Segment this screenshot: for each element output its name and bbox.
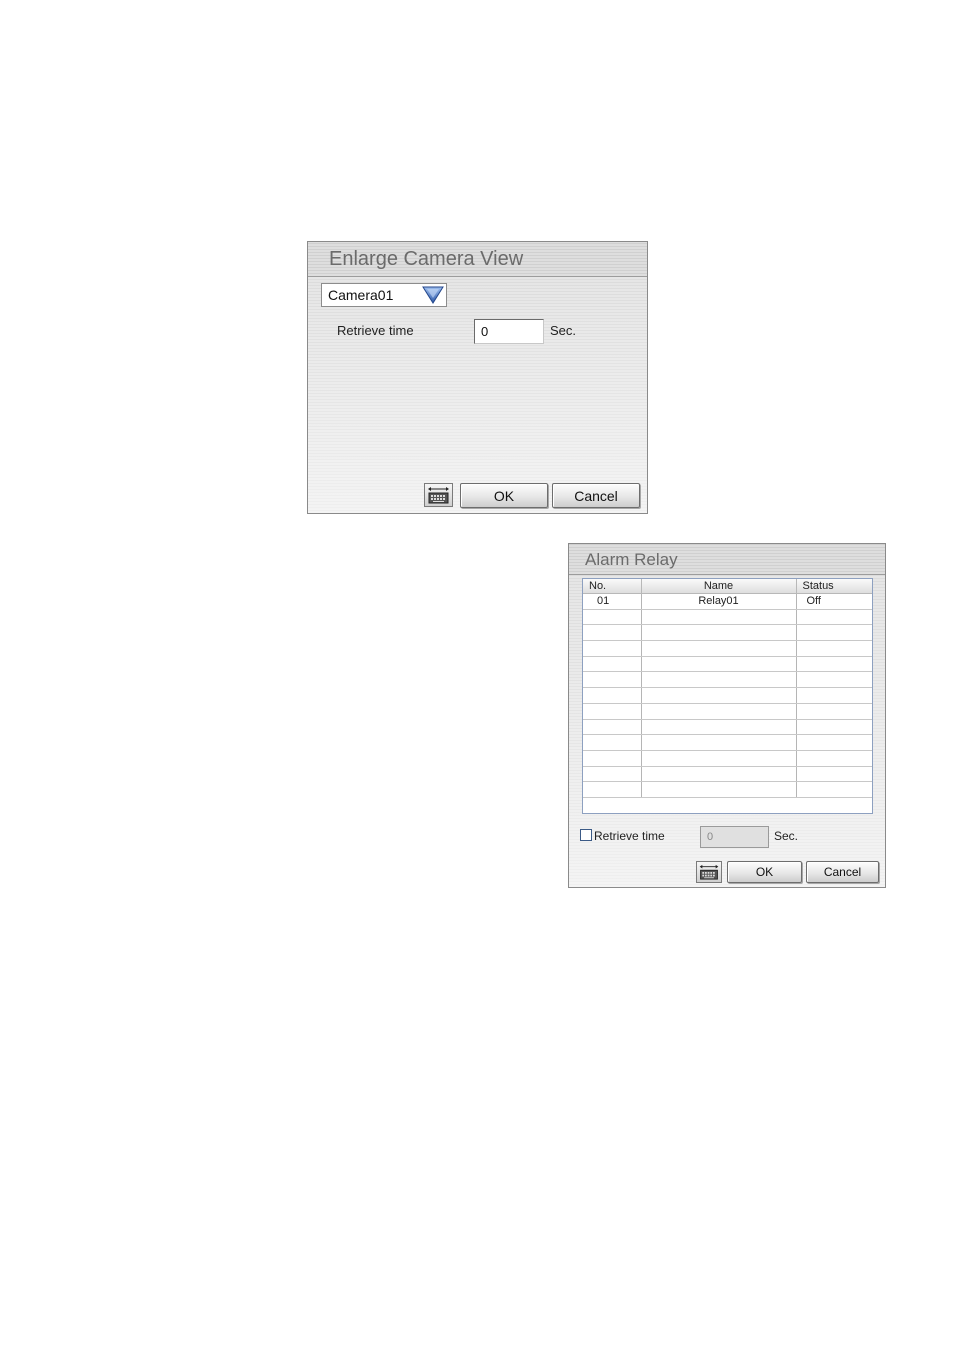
- table-row[interactable]: [583, 640, 872, 657]
- dialog-body: [308, 277, 647, 513]
- table-cell-no: [583, 766, 642, 783]
- table-cell-status: [796, 766, 872, 783]
- table-cell-status: Off: [796, 593, 872, 610]
- table-row[interactable]: [583, 609, 872, 626]
- retrieve-time-label: Retrieve time: [594, 829, 665, 843]
- table-cell-no: [583, 671, 642, 689]
- column-header-no[interactable]: No.: [583, 579, 642, 594]
- table-cell-no: [583, 750, 642, 767]
- camera-select[interactable]: Camera01: [321, 283, 447, 307]
- table-cell-status: [796, 719, 872, 736]
- table-row[interactable]: [583, 766, 872, 783]
- table-row[interactable]: [583, 750, 872, 767]
- table-row[interactable]: [583, 687, 872, 704]
- table-cell-name: [641, 703, 797, 720]
- ok-button[interactable]: OK: [727, 861, 802, 883]
- relay-table: No. Name Status 01 Relay01 Off: [582, 578, 873, 814]
- table-cell-no: [583, 687, 642, 704]
- table-row[interactable]: [583, 719, 872, 736]
- retrieve-time-checkbox[interactable]: [580, 829, 592, 841]
- keyboard-button[interactable]: [424, 483, 453, 507]
- table-cell-no: [583, 624, 642, 642]
- table-cell-name: [641, 750, 797, 767]
- dialog-titlebar: Alarm Relay: [569, 544, 885, 575]
- dialog-title: Alarm Relay: [585, 550, 678, 569]
- ok-button[interactable]: OK: [460, 483, 548, 508]
- table-cell-name: [641, 781, 797, 798]
- enlarge-camera-view-dialog: Enlarge Camera View Camera01 Retrieve ti…: [307, 241, 648, 514]
- seconds-unit-label: Sec.: [550, 323, 577, 338]
- table-cell-name: [641, 734, 797, 751]
- table-cell-status: [796, 781, 872, 798]
- table-cell-name: [641, 609, 797, 626]
- table-cell-no: [583, 703, 642, 720]
- column-header-status[interactable]: Status: [796, 579, 872, 594]
- table-cell-name: [641, 719, 797, 736]
- table-cell-name: [641, 624, 797, 642]
- table-cell-status: [796, 609, 872, 626]
- table-cell-name: [641, 640, 797, 657]
- table-cell-status: [796, 750, 872, 767]
- keyboard-icon: [425, 484, 452, 506]
- table-row[interactable]: [583, 781, 872, 798]
- table-cell-name: [641, 671, 797, 689]
- seconds-unit-label: Sec.: [774, 829, 799, 843]
- table-cell-status: [796, 624, 872, 642]
- table-cell-no: 01: [583, 593, 642, 610]
- table-cell-status: [796, 671, 872, 689]
- table-cell-status: [796, 640, 872, 657]
- alarm-relay-dialog: Alarm Relay No. Name Status 01 Relay01 Off…: [568, 543, 886, 888]
- cancel-button[interactable]: Cancel: [806, 861, 879, 883]
- keyboard-icon: [697, 862, 721, 882]
- table-cell-no: [583, 640, 642, 657]
- retrieve-time-input[interactable]: 0: [700, 826, 769, 848]
- table-cell-status: [796, 734, 872, 751]
- table-cell-name: [641, 766, 797, 783]
- table-row[interactable]: [583, 656, 872, 673]
- table-cell-name: Relay01: [641, 593, 797, 610]
- table-row[interactable]: [583, 703, 872, 720]
- table-cell-no: [583, 719, 642, 736]
- table-row[interactable]: [583, 671, 872, 689]
- retrieve-time-input[interactable]: 0: [474, 319, 544, 344]
- keyboard-button[interactable]: [696, 861, 722, 883]
- table-cell-name: [641, 687, 797, 704]
- table-row[interactable]: [583, 734, 872, 751]
- dialog-titlebar: Enlarge Camera View: [308, 242, 647, 277]
- table-row[interactable]: [583, 624, 872, 642]
- cancel-button[interactable]: Cancel: [552, 483, 640, 508]
- table-cell-status: [796, 703, 872, 720]
- dialog-title: Enlarge Camera View: [329, 248, 524, 270]
- table-cell-status: [796, 656, 872, 673]
- column-header-name[interactable]: Name: [641, 579, 797, 594]
- table-header-row: No. Name Status: [583, 579, 872, 594]
- table-cell-status: [796, 687, 872, 704]
- dropdown-arrow-icon[interactable]: [422, 286, 444, 307]
- camera-select-value: Camera01: [328, 287, 394, 303]
- retrieve-time-label: Retrieve time: [337, 323, 414, 338]
- table-cell-no: [583, 609, 642, 626]
- table-cell-no: [583, 734, 642, 751]
- table-cell-no: [583, 781, 642, 798]
- table-cell-name: [641, 656, 797, 673]
- table-cell-no: [583, 656, 642, 673]
- table-row[interactable]: 01 Relay01 Off: [583, 593, 872, 610]
